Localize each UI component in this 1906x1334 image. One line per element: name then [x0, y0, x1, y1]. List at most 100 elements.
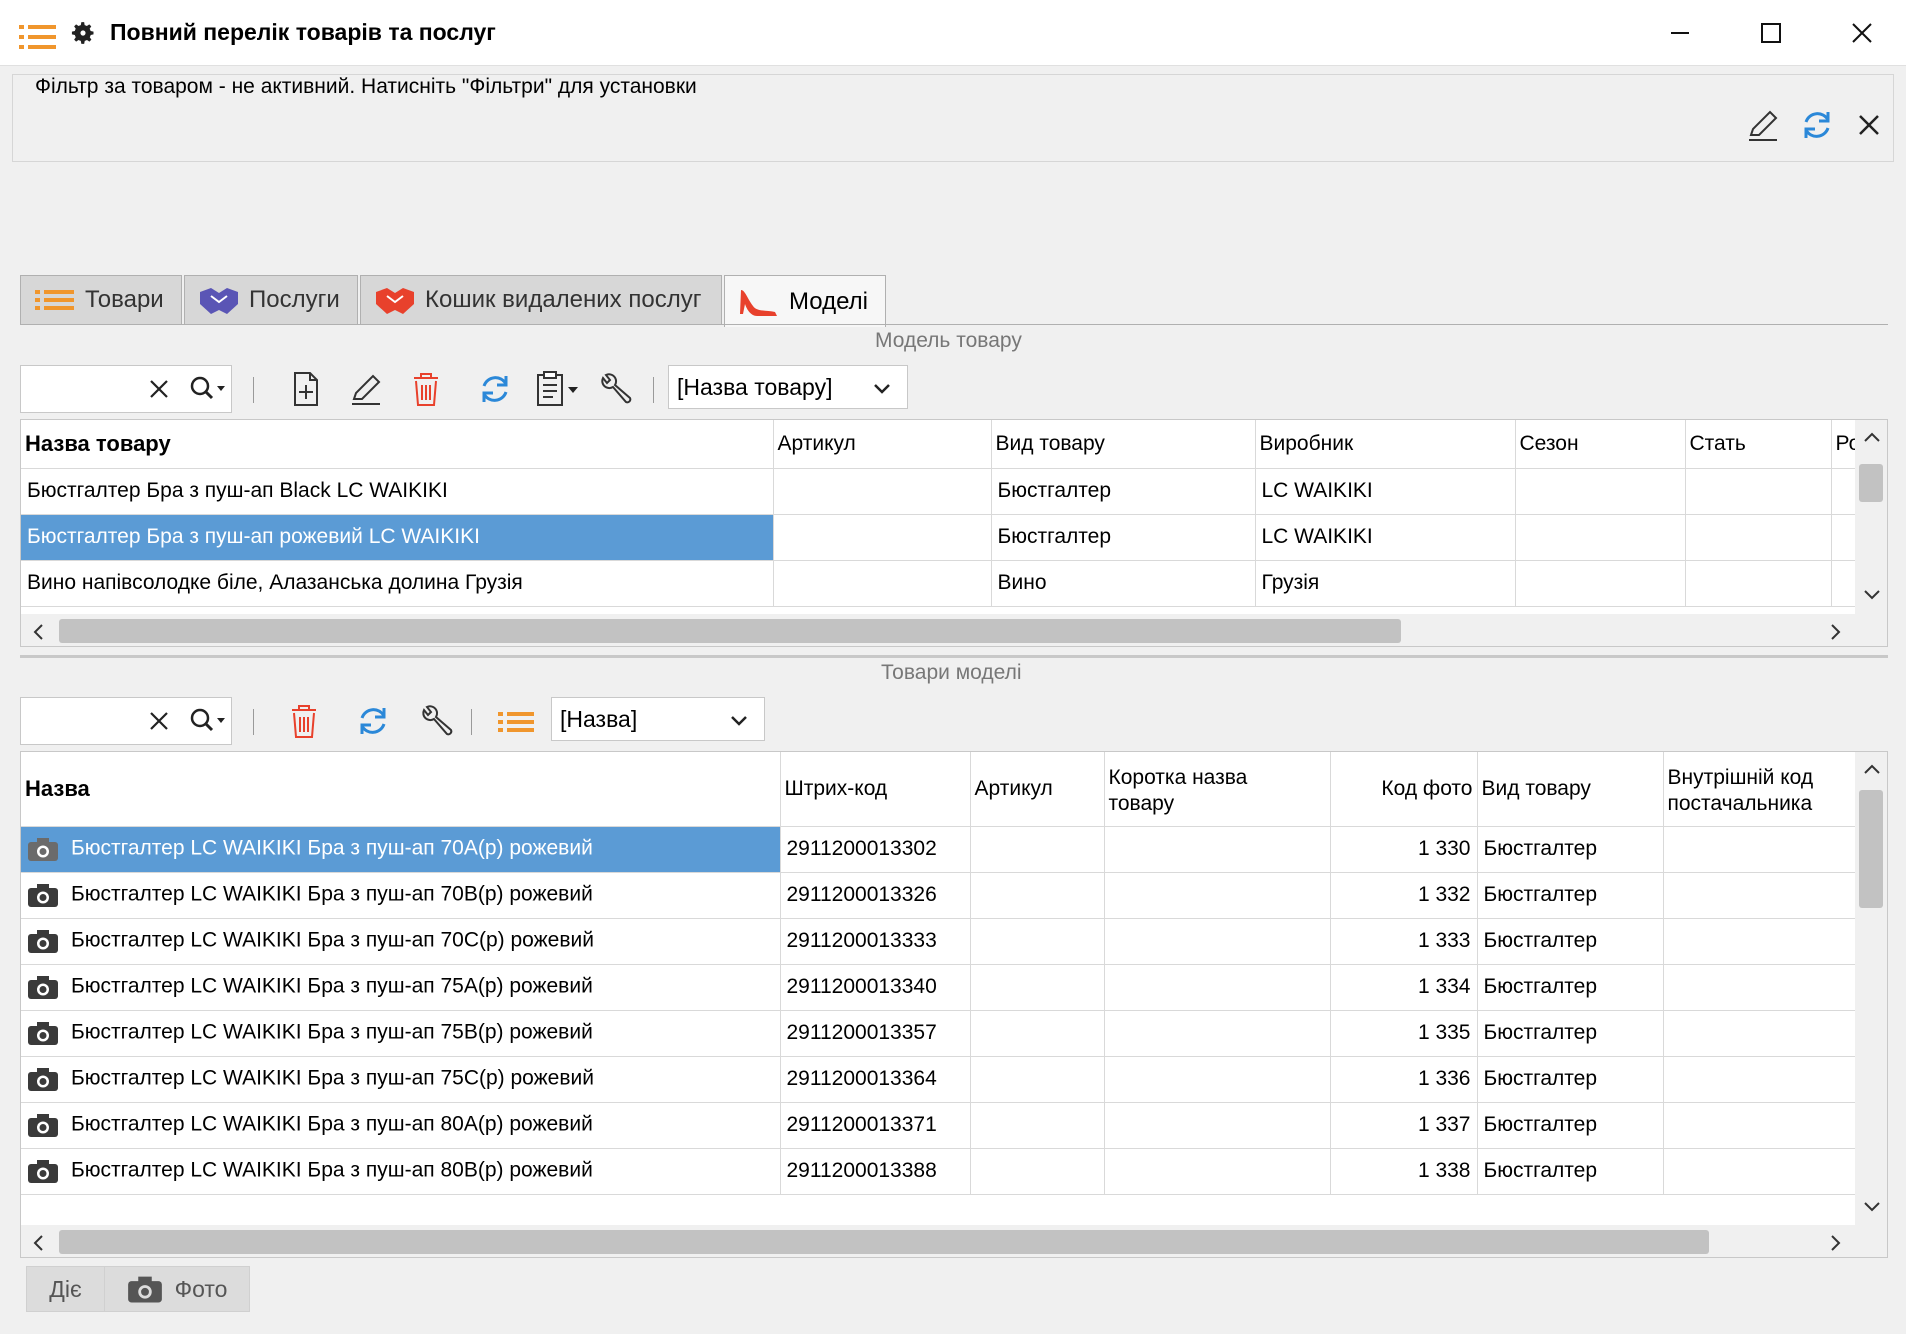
camera-icon — [28, 838, 58, 861]
scroll-thumb[interactable] — [59, 1230, 1709, 1254]
scroll-thumb[interactable] — [1859, 464, 1883, 502]
photo-button[interactable]: Фото — [104, 1266, 250, 1312]
items-field-combo[interactable]: [Назва] — [551, 697, 765, 741]
table-row[interactable]: Бюстгалтер LC WAIKIKI Бра з пуш-ап 75C(р… — [21, 1056, 1858, 1103]
clear-search-icon[interactable] — [146, 376, 172, 402]
column-header[interactable]: Назва товару — [21, 420, 774, 469]
cell-barcode: 2911200013357 — [780, 1010, 971, 1057]
photo-label: Фото — [174, 1275, 228, 1302]
cell-name: Бюстгалтер LC WAIKIKI Бра з пуш-ап 75C(р… — [21, 1056, 781, 1103]
header-line: Внутрішній код — [1667, 765, 1814, 789]
header-line: постачальника — [1667, 791, 1813, 815]
pencil-icon[interactable] — [1743, 105, 1783, 145]
refresh-icon[interactable] — [1797, 105, 1837, 145]
column-header[interactable]: Назва — [21, 752, 781, 827]
clipboard-menu-icon[interactable] — [532, 369, 582, 409]
cell-text: Бюстгалтер LC WAIKIKI Бра з пуш-ап 80A(р… — [71, 1112, 593, 1136]
tab-deleted-services[interactable]: Кошик видалених послуг — [360, 275, 722, 325]
edit-icon[interactable] — [346, 369, 386, 409]
cell-kind: Бюстгалтер — [1477, 1010, 1664, 1057]
list-icon[interactable] — [496, 701, 536, 741]
splitter[interactable] — [20, 655, 1888, 658]
cell-short-name — [1104, 872, 1331, 919]
table-row[interactable]: Вино напівсолодке біле, Алазанська долин… — [21, 560, 1858, 607]
column-header[interactable]: Вид товару — [991, 420, 1256, 469]
models-search-box[interactable] — [20, 365, 232, 413]
items-search-box[interactable] — [20, 697, 232, 745]
column-header[interactable]: Штрих-код — [780, 752, 971, 827]
column-header[interactable]: Виробник — [1255, 420, 1516, 469]
camera-icon — [28, 1114, 58, 1137]
tab-goods[interactable]: Товари — [20, 275, 182, 325]
maximize-button[interactable] — [1752, 14, 1790, 52]
cell-photo-code: 1 337 — [1330, 1102, 1478, 1149]
delete-icon[interactable] — [284, 701, 324, 741]
cell-barcode: 2911200013302 — [780, 826, 971, 873]
minimize-button[interactable] — [1661, 14, 1699, 52]
scroll-up-icon[interactable] — [1863, 762, 1881, 776]
acts-button[interactable]: Діє — [26, 1266, 105, 1312]
vertical-scrollbar[interactable] — [1855, 420, 1887, 616]
clear-filter-icon[interactable] — [1849, 105, 1889, 145]
vertical-scrollbar[interactable] — [1855, 752, 1887, 1227]
toolbar-separator — [471, 709, 472, 735]
refresh-icon[interactable] — [353, 701, 393, 741]
column-header[interactable]: Ро — [1831, 420, 1858, 469]
delete-icon[interactable] — [406, 369, 446, 409]
column-header[interactable]: Стать — [1685, 420, 1832, 469]
tab-services[interactable]: Послуги — [184, 275, 358, 325]
filter-status-text: Фільтр за товаром - не активний. Натисні… — [35, 75, 697, 98]
add-document-icon[interactable] — [286, 369, 326, 409]
column-header[interactable]: Вид товару — [1477, 752, 1664, 827]
search-icon[interactable] — [187, 374, 227, 404]
scroll-left-icon[interactable] — [31, 623, 45, 641]
scroll-right-icon[interactable] — [1829, 623, 1843, 641]
table-row-selected[interactable]: Бюстгалтер LC WAIKIKI Бра з пуш-ап 70A(р… — [21, 826, 1858, 873]
table-row-selected[interactable]: Бюстгалтер Бра з пуш-ап рожевий LC WAIKI… — [21, 514, 1858, 561]
scroll-corner — [1855, 614, 1887, 646]
scroll-up-icon[interactable] — [1863, 430, 1881, 444]
table-row[interactable]: Бюстгалтер LC WAIKIKI Бра з пуш-ап 80B(р… — [21, 1148, 1858, 1195]
table-row[interactable]: Бюстгалтер LC WAIKIKI Бра з пуш-ап 75A(р… — [21, 964, 1858, 1011]
scroll-thumb[interactable] — [1859, 790, 1883, 908]
clear-search-icon[interactable] — [146, 708, 172, 734]
cell-extra — [1831, 560, 1858, 607]
scroll-right-icon[interactable] — [1829, 1234, 1843, 1252]
table-row[interactable]: Бюстгалтер LC WAIKIKI Бра з пуш-ап 70C(р… — [21, 918, 1858, 965]
column-header[interactable]: Артикул — [773, 420, 992, 469]
cell-article — [970, 1102, 1105, 1149]
cell-photo-code: 1 336 — [1330, 1056, 1478, 1103]
close-window-button[interactable] — [1843, 14, 1881, 52]
table-row[interactable]: Бюстгалтер LC WAIKIKI Бра з пуш-ап 70B(р… — [21, 872, 1858, 919]
scroll-left-icon[interactable] — [31, 1234, 45, 1252]
column-header[interactable]: Внутрішній код постачальника — [1663, 752, 1858, 827]
table-row[interactable]: Бюстгалтер Бра з пуш-ап Black LC WAIKIKI… — [21, 468, 1858, 515]
tab-models[interactable]: Моделі — [724, 275, 886, 327]
cell-photo-code: 1 333 — [1330, 918, 1478, 965]
list-icon — [19, 25, 56, 49]
models-field-combo[interactable]: [Назва товару] — [668, 365, 908, 409]
cell-supplier-code — [1663, 1010, 1858, 1057]
wrench-icon[interactable] — [595, 369, 635, 409]
cell-supplier-code — [1663, 918, 1858, 965]
search-icon[interactable] — [187, 706, 227, 736]
combo-value: [Назва] — [560, 706, 638, 732]
gear-icon[interactable] — [69, 19, 97, 47]
table-row[interactable]: Бюстгалтер LC WAIKIKI Бра з пуш-ап 80A(р… — [21, 1102, 1858, 1149]
column-header[interactable]: Сезон — [1515, 420, 1686, 469]
scroll-thumb[interactable] — [59, 619, 1401, 643]
items-grid: Назва Штрих-код Артикул Коротка назва то… — [20, 751, 1888, 1258]
scroll-down-icon[interactable] — [1863, 588, 1881, 602]
column-header[interactable]: Артикул — [970, 752, 1105, 827]
scroll-down-icon[interactable] — [1863, 1200, 1881, 1214]
cell-text: Бюстгалтер LC WAIKIKI Бра з пуш-ап 80B(р… — [71, 1158, 593, 1182]
items-toolbar: [Назва] — [20, 697, 780, 745]
horizontal-scrollbar[interactable] — [21, 1225, 1857, 1257]
horizontal-scrollbar[interactable] — [21, 614, 1857, 646]
refresh-icon[interactable] — [475, 369, 515, 409]
column-header[interactable]: Коротка назва товару — [1104, 752, 1331, 827]
table-row[interactable]: Бюстгалтер LC WAIKIKI Бра з пуш-ап 75B(р… — [21, 1010, 1858, 1057]
camera-icon — [28, 1022, 58, 1045]
column-header[interactable]: Код фото — [1330, 752, 1478, 827]
wrench-icon[interactable] — [416, 701, 456, 741]
